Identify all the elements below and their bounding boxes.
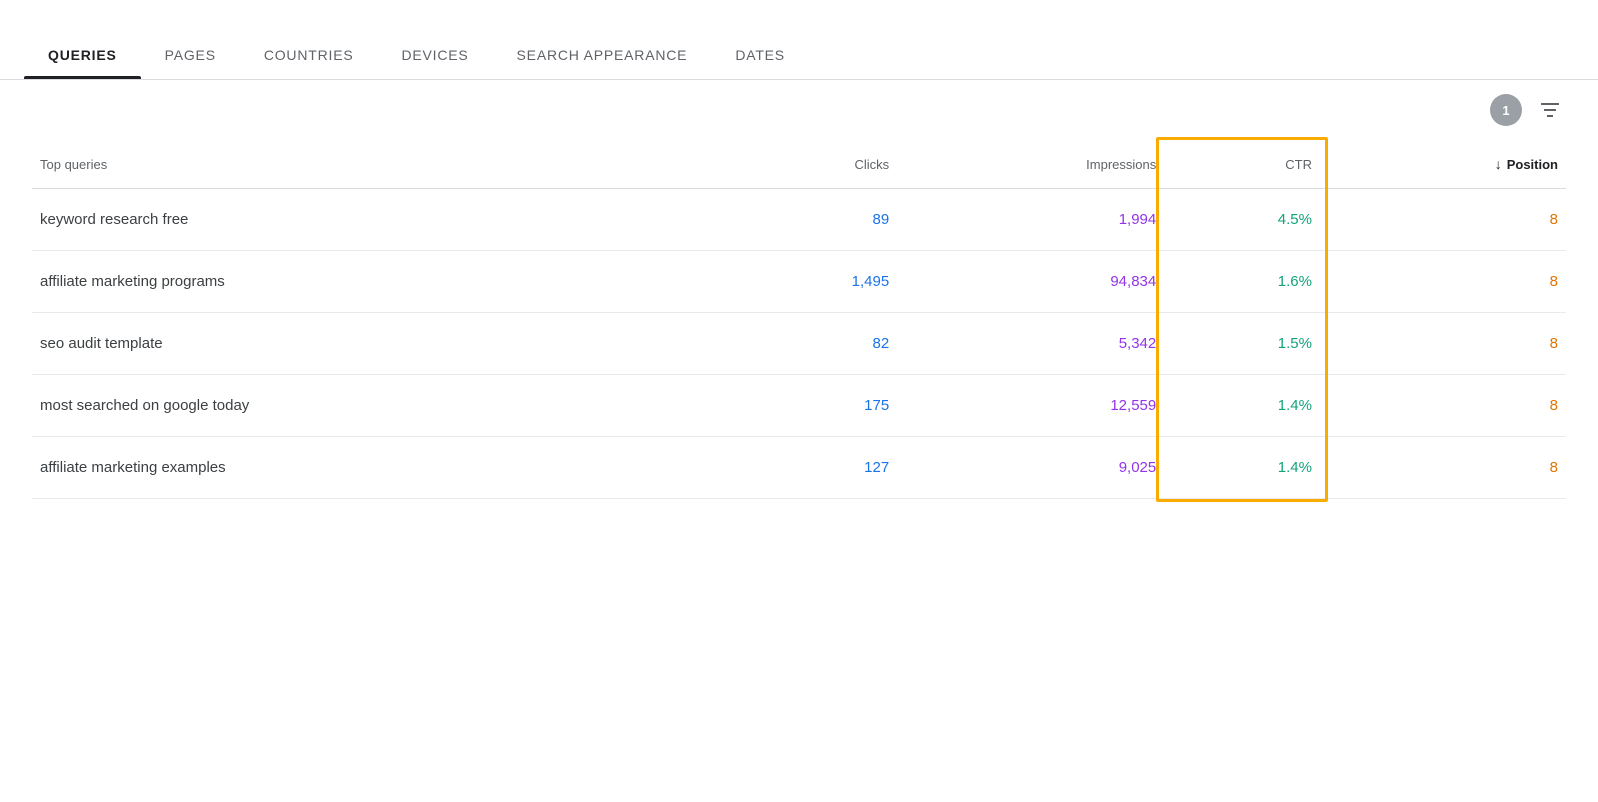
tab-pages[interactable]: PAGES: [141, 47, 240, 79]
tab-devices[interactable]: DEVICES: [377, 47, 492, 79]
tab-search-appearance[interactable]: SEARCH APPEARANCE: [493, 47, 712, 79]
cell-impressions: 94,834: [897, 251, 1164, 313]
cell-query: affiliate marketing programs: [32, 251, 731, 313]
col-header-clicks: Clicks: [731, 140, 897, 189]
table-row[interactable]: affiliate marketing programs 1,495 94,83…: [32, 251, 1566, 313]
cell-clicks: 89: [731, 189, 897, 251]
toolbar: 1: [0, 80, 1598, 140]
table-row[interactable]: seo audit template 82 5,342 1.5% 8: [32, 313, 1566, 375]
col-header-impressions: Impressions: [897, 140, 1164, 189]
sort-down-arrow: ↓: [1495, 156, 1502, 172]
cell-position: 8: [1320, 251, 1566, 313]
table-row[interactable]: keyword research free 89 1,994 4.5% 8: [32, 189, 1566, 251]
tab-countries[interactable]: COUNTRIES: [240, 47, 378, 79]
filter-count-badge[interactable]: 1: [1490, 94, 1522, 126]
cell-position: 8: [1320, 189, 1566, 251]
tabs-nav: QUERIES PAGES COUNTRIES DEVICES SEARCH A…: [0, 0, 1598, 80]
col-header-position[interactable]: ↓ Position: [1320, 140, 1566, 189]
cell-ctr: 1.4%: [1164, 437, 1320, 499]
cell-ctr: 1.6%: [1164, 251, 1320, 313]
cell-impressions: 12,559: [897, 375, 1164, 437]
filter-icon: [1538, 98, 1562, 122]
cell-query: affiliate marketing examples: [32, 437, 731, 499]
cell-impressions: 1,994: [897, 189, 1164, 251]
cell-impressions: 9,025: [897, 437, 1164, 499]
tab-queries[interactable]: QUERIES: [24, 47, 141, 79]
tab-dates[interactable]: DATES: [711, 47, 809, 79]
filter-icon-button[interactable]: [1534, 94, 1566, 126]
cell-ctr: 1.4%: [1164, 375, 1320, 437]
cell-position: 8: [1320, 437, 1566, 499]
cell-query: seo audit template: [32, 313, 731, 375]
data-table-container: Top queries Clicks Impressions CTR ↓ Pos…: [0, 140, 1598, 499]
cell-impressions: 5,342: [897, 313, 1164, 375]
cell-position: 8: [1320, 375, 1566, 437]
cell-clicks: 1,495: [731, 251, 897, 313]
cell-ctr: 4.5%: [1164, 189, 1320, 251]
col-header-ctr: CTR: [1164, 140, 1320, 189]
col-header-query: Top queries: [32, 140, 731, 189]
cell-clicks: 175: [731, 375, 897, 437]
cell-clicks: 82: [731, 313, 897, 375]
table-header-row: Top queries Clicks Impressions CTR ↓ Pos…: [32, 140, 1566, 189]
cell-query: most searched on google today: [32, 375, 731, 437]
table-body: keyword research free 89 1,994 4.5% 8 af…: [32, 189, 1566, 499]
cell-clicks: 127: [731, 437, 897, 499]
cell-position: 8: [1320, 313, 1566, 375]
cell-query: keyword research free: [32, 189, 731, 251]
cell-ctr: 1.5%: [1164, 313, 1320, 375]
table-row[interactable]: affiliate marketing examples 127 9,025 1…: [32, 437, 1566, 499]
queries-table: Top queries Clicks Impressions CTR ↓ Pos…: [32, 140, 1566, 499]
table-row[interactable]: most searched on google today 175 12,559…: [32, 375, 1566, 437]
